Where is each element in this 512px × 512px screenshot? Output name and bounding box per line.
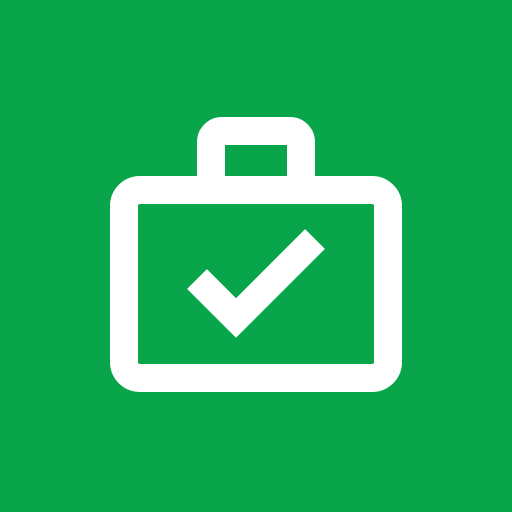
app-icon (0, 0, 512, 512)
check-mark-icon (187, 229, 325, 338)
briefcase-check-icon (110, 117, 402, 392)
briefcase-handle (197, 117, 315, 177)
